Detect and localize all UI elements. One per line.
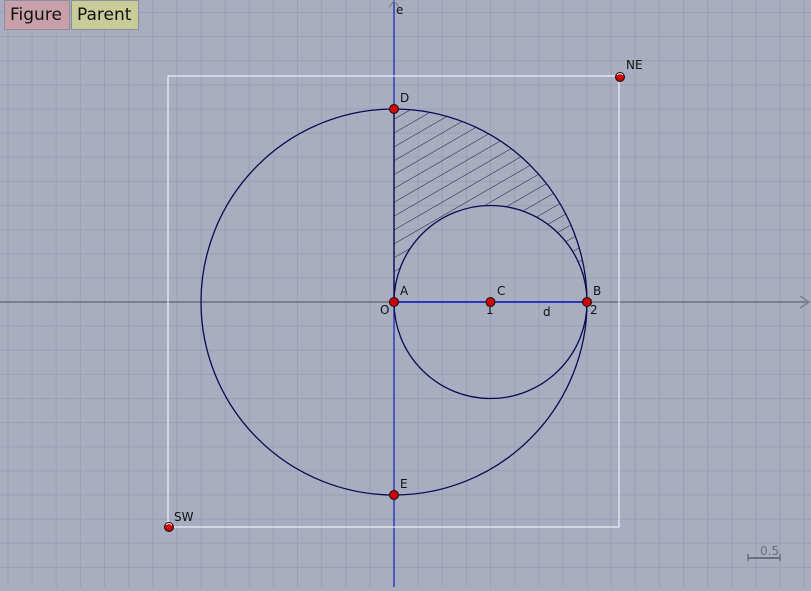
segment-d-label: d [543,305,551,319]
point-ne-label: NE [626,58,643,72]
point-sw[interactable]: SW [164,510,194,532]
origin-label: O [380,303,389,317]
point-c[interactable]: C [485,284,505,307]
point-e-label: E [400,477,408,491]
point-b-label: B [593,284,601,298]
canvas[interactable]: e d O 1 2 D A C B E NE SW 0.5 Figure Par… [0,0,811,587]
scale-bar: 0.5 [747,544,781,561]
point-c-label: C [497,284,505,298]
geometry-figure[interactable]: e d O 1 2 D A C B E NE SW 0.5 [0,0,811,587]
tick-2-label: 2 [590,303,598,317]
point-sw-label: SW [174,510,194,524]
line-e-label: e [396,3,403,17]
figure-button[interactable]: Figure [4,0,70,30]
point-a[interactable]: A [389,284,410,307]
scale-label: 0.5 [760,544,779,558]
point-ne[interactable]: NE [615,58,643,82]
point-e[interactable]: E [389,477,408,500]
point-a-label: A [400,284,409,298]
parent-button[interactable]: Parent [71,0,139,30]
point-d-label: D [400,91,409,105]
